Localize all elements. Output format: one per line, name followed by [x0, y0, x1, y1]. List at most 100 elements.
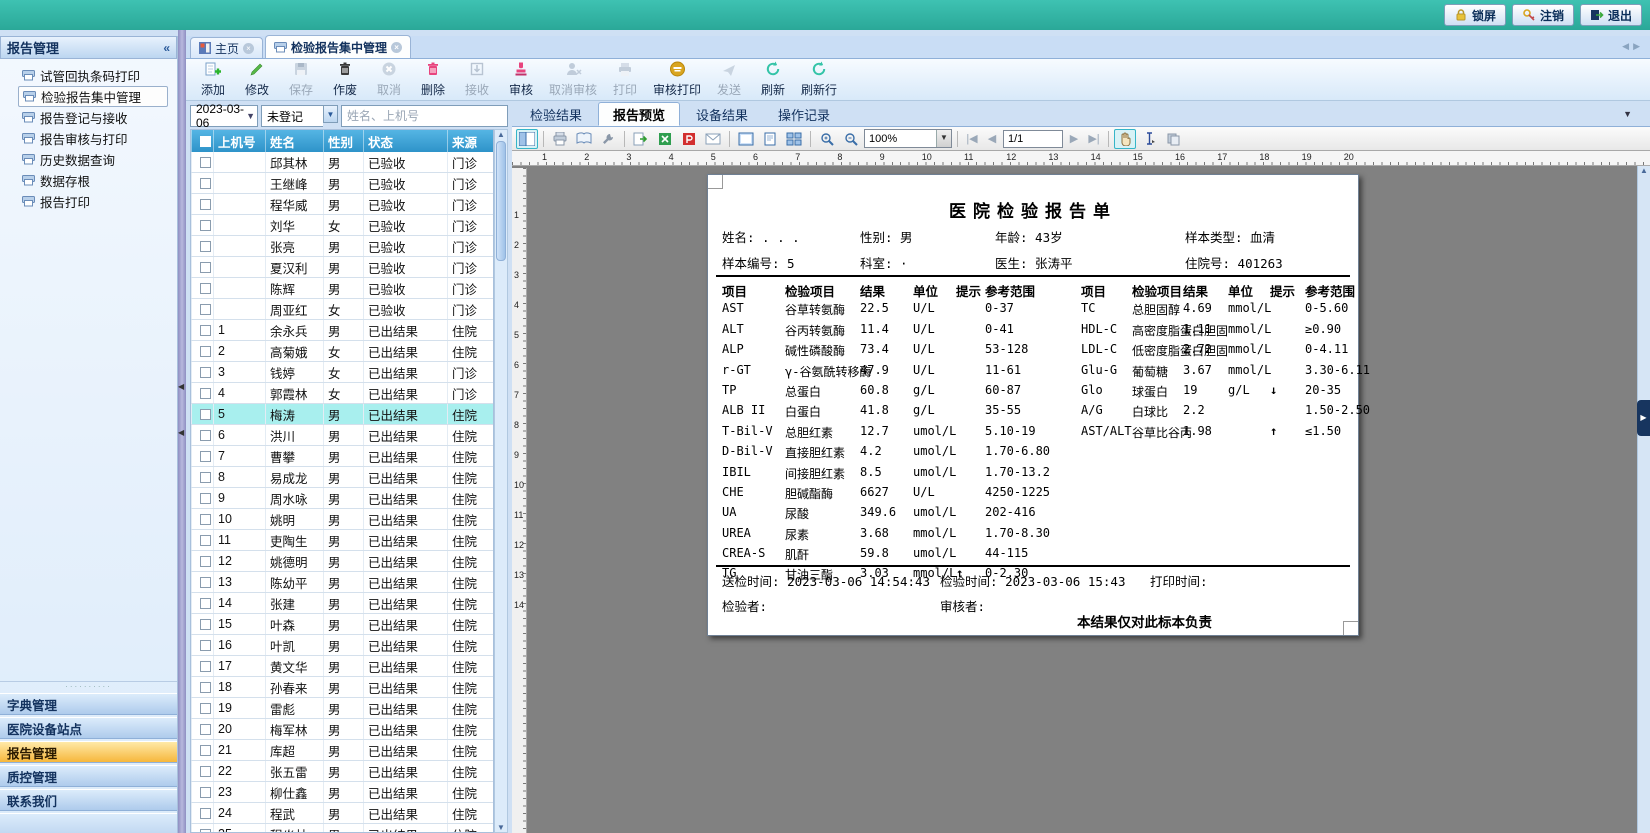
text-select-tool-icon[interactable]: [1138, 129, 1160, 149]
multi-page-icon[interactable]: [783, 129, 805, 149]
row-checkbox[interactable]: [200, 660, 211, 672]
send-button[interactable]: 发送: [708, 61, 750, 99]
table-row[interactable]: 13 陈幼平男已出结果 住院: [191, 572, 493, 593]
collapsed-panel-expander[interactable]: ▶: [1637, 400, 1650, 436]
row-checkbox[interactable]: [200, 240, 211, 252]
audit-print-button[interactable]: 审核打印: [648, 61, 706, 99]
row-checkbox[interactable]: [200, 324, 211, 336]
tab-preview[interactable]: 设备结果: [682, 102, 762, 126]
table-row[interactable]: 10 姚明男已出结果 住院: [191, 509, 493, 530]
audit-button[interactable]: 审核: [500, 61, 542, 99]
page-setup-icon[interactable]: [573, 129, 595, 149]
table-row[interactable]: 邱其林男已验收 门诊: [191, 152, 493, 173]
table-row[interactable]: 陈辉男已验收 门诊: [191, 278, 493, 299]
row-checkbox[interactable]: [200, 513, 211, 525]
close-icon[interactable]: ×: [243, 42, 255, 54]
row-checkbox[interactable]: [200, 450, 211, 462]
first-page-button[interactable]: |◀: [963, 132, 981, 145]
document-map-icon[interactable]: [516, 128, 538, 149]
void-button[interactable]: 作废: [324, 61, 366, 99]
table-row[interactable]: 19 雷彪男已出结果 住院: [191, 698, 493, 719]
status-filter[interactable]: 未登记 ▼: [261, 105, 338, 127]
table-row[interactable]: 18 孙春来男已出结果 住院: [191, 677, 493, 698]
table-row[interactable]: 王继峰男已验收 门诊: [191, 173, 493, 194]
table-row[interactable]: 8 易成龙男已出结果 住院: [191, 467, 493, 488]
sidebar-panel[interactable]: 医院设备站点: [0, 717, 177, 739]
export-icon[interactable]: [630, 129, 652, 149]
row-checkbox[interactable]: [200, 429, 211, 441]
table-row[interactable]: 9 周水咏男已出结果 住院: [191, 488, 493, 509]
sidebar-grip-handle[interactable]: ··········: [0, 681, 177, 691]
row-checkbox[interactable]: [200, 177, 211, 189]
row-checkbox[interactable]: [200, 366, 211, 378]
scroll-up-icon[interactable]: ▲: [497, 130, 505, 139]
table-row[interactable]: 20 梅军林男已出结果 住院: [191, 719, 493, 740]
sidebar-item[interactable]: 试管回执条码打印: [18, 65, 168, 86]
settings-icon[interactable]: [597, 129, 619, 149]
row-checkbox[interactable]: [200, 618, 211, 630]
row-checkbox[interactable]: [200, 408, 211, 420]
table-row[interactable]: 6 洪川男已出结果 住院: [191, 425, 493, 446]
table-row[interactable]: 16 叶凯男已出结果 住院: [191, 635, 493, 656]
exit-button[interactable]: 退出: [1579, 4, 1642, 26]
table-row[interactable]: 15 叶森男已出结果 住院: [191, 614, 493, 635]
select-all-checkbox[interactable]: [200, 135, 211, 147]
tab-active[interactable]: 检验报告集中管理 ×: [265, 35, 412, 58]
row-checkbox[interactable]: [200, 282, 211, 294]
copy-icon[interactable]: [1162, 129, 1184, 149]
print-icon[interactable]: [549, 129, 571, 149]
hand-tool-icon[interactable]: [1114, 128, 1136, 149]
row-checkbox[interactable]: [200, 723, 211, 735]
row-checkbox[interactable]: [200, 555, 211, 567]
sidebar-item[interactable]: 报告审核与打印: [18, 128, 168, 149]
tab-active-preview[interactable]: 报告预览: [598, 102, 681, 126]
tab-doc[interactable]: 主页 ×: [190, 37, 264, 58]
delete-button[interactable]: 删除: [412, 61, 454, 99]
row-checkbox[interactable]: [200, 387, 211, 399]
table-row[interactable]: 14 张建男已出结果 住院: [191, 593, 493, 614]
row-checkbox[interactable]: [200, 765, 211, 777]
row-checkbox[interactable]: [200, 492, 211, 504]
row-checkbox[interactable]: [200, 219, 211, 231]
preview-scrollbar[interactable]: ▲ ▶: [1637, 166, 1650, 833]
tab-scroll-arrows-icon[interactable]: ◀▶: [1622, 41, 1644, 52]
row-checkbox[interactable]: [200, 576, 211, 588]
save-button[interactable]: 保存: [280, 61, 322, 99]
row-checkbox[interactable]: [200, 807, 211, 819]
sidebar-item[interactable]: 数据存根: [18, 170, 168, 191]
row-checkbox[interactable]: [200, 261, 211, 273]
row-checkbox[interactable]: [200, 639, 211, 651]
row-checkbox[interactable]: [200, 345, 211, 357]
page-width-icon[interactable]: [735, 129, 757, 149]
row-checkbox[interactable]: [200, 198, 211, 210]
table-row[interactable]: 24 程武男已出结果 住院: [191, 803, 493, 824]
sidebar-item[interactable]: 报告登记与接收: [18, 107, 168, 128]
next-page-button[interactable]: ▶: [1065, 132, 1083, 145]
vertical-splitter[interactable]: ◀ ◀: [178, 30, 186, 833]
status-filter-select[interactable]: 未登记: [261, 105, 323, 127]
close-icon[interactable]: ×: [391, 41, 403, 53]
row-checkbox[interactable]: [200, 702, 211, 714]
sidebar-panel[interactable]: 联系我们: [0, 789, 177, 811]
whole-page-icon[interactable]: [759, 129, 781, 149]
row-checkbox[interactable]: [200, 786, 211, 798]
table-row[interactable]: 夏汉利男已验收 门诊: [191, 257, 493, 278]
cancel-button[interactable]: 取消: [368, 61, 410, 99]
row-checkbox[interactable]: [200, 471, 211, 483]
row-checkbox[interactable]: [200, 744, 211, 756]
table-row[interactable]: 1 余永兵男已出结果 住院: [191, 320, 493, 341]
table-row[interactable]: 程华威男已验收 门诊: [191, 194, 493, 215]
edit-button[interactable]: 修改: [236, 61, 278, 99]
splitter-collapse-icon[interactable]: ◀: [178, 382, 184, 391]
sidebar-item[interactable]: 检验报告集中管理: [18, 86, 168, 107]
table-row[interactable]: 4 郭霞林女已出结果 门诊: [191, 383, 493, 404]
prev-page-button[interactable]: ◀: [983, 132, 1001, 145]
export-pdf-icon[interactable]: [678, 129, 700, 149]
refresh-button[interactable]: 刷新: [752, 61, 794, 99]
scrollbar-thumb[interactable]: [496, 141, 506, 261]
table-row[interactable]: 23 柳仕鑫男已出结果 住院: [191, 782, 493, 803]
row-checkbox[interactable]: [200, 828, 211, 832]
sidebar-panel[interactable]: 质控管理: [0, 765, 177, 787]
zoom-in-icon[interactable]: [816, 129, 838, 149]
zoom-level-select[interactable]: 100% ▼: [864, 129, 952, 148]
